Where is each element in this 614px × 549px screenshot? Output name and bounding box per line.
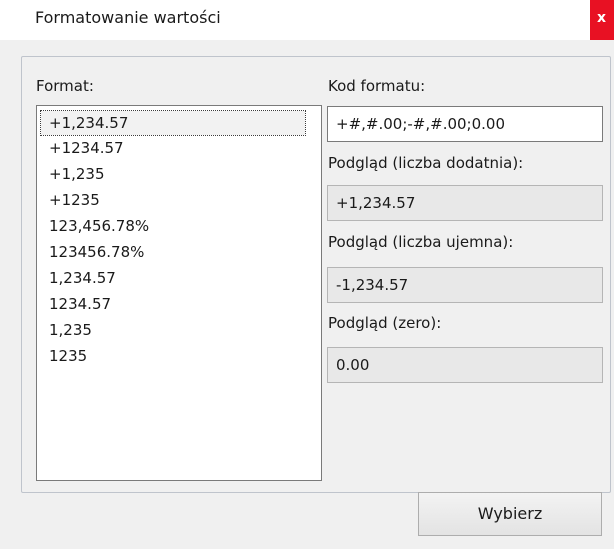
format-list-item[interactable]: 1,234.57: [41, 266, 305, 290]
preview-positive-label: Podgląd (liczba dodatnia):: [328, 154, 524, 172]
select-button[interactable]: Wybierz: [418, 492, 602, 536]
format-label: Format:: [36, 77, 94, 95]
format-list-item[interactable]: +1,235: [41, 162, 305, 186]
format-code-input[interactable]: +#,#.00;-#,#.00;0.00: [327, 106, 603, 142]
dialog-body: Format: +1,234.57 +1234.57 +1,235 +1235 …: [0, 40, 614, 549]
preview-negative-label: Podgląd (liczba ujemna):: [328, 233, 514, 251]
format-list-item[interactable]: +1235: [41, 188, 305, 212]
preview-zero-label: Podgląd (zero):: [328, 314, 442, 332]
preview-positive-field: +1,234.57: [327, 185, 603, 221]
format-group-box: Format: +1,234.57 +1234.57 +1,235 +1235 …: [21, 56, 611, 493]
close-icon: x: [597, 10, 607, 26]
preview-negative-field: -1,234.57: [327, 267, 603, 303]
format-list-item[interactable]: 123,456.78%: [41, 214, 305, 238]
format-list-item-selected[interactable]: +1,234.57: [40, 110, 306, 136]
format-list-item[interactable]: 123456.78%: [41, 240, 305, 264]
close-button[interactable]: x: [590, 0, 614, 40]
format-list-item[interactable]: 1235: [41, 344, 305, 368]
format-list-item[interactable]: 1,235: [41, 318, 305, 342]
format-list-item[interactable]: +1234.57: [41, 136, 305, 160]
format-list-item[interactable]: 1234.57: [41, 292, 305, 316]
format-listbox[interactable]: +1,234.57 +1234.57 +1,235 +1235 123,456.…: [36, 105, 322, 481]
window-title: Formatowanie wartości: [35, 8, 221, 27]
preview-zero-field: 0.00: [327, 347, 603, 383]
title-bar: Formatowanie wartości x: [0, 0, 614, 40]
format-code-label: Kod formatu:: [328, 77, 426, 95]
